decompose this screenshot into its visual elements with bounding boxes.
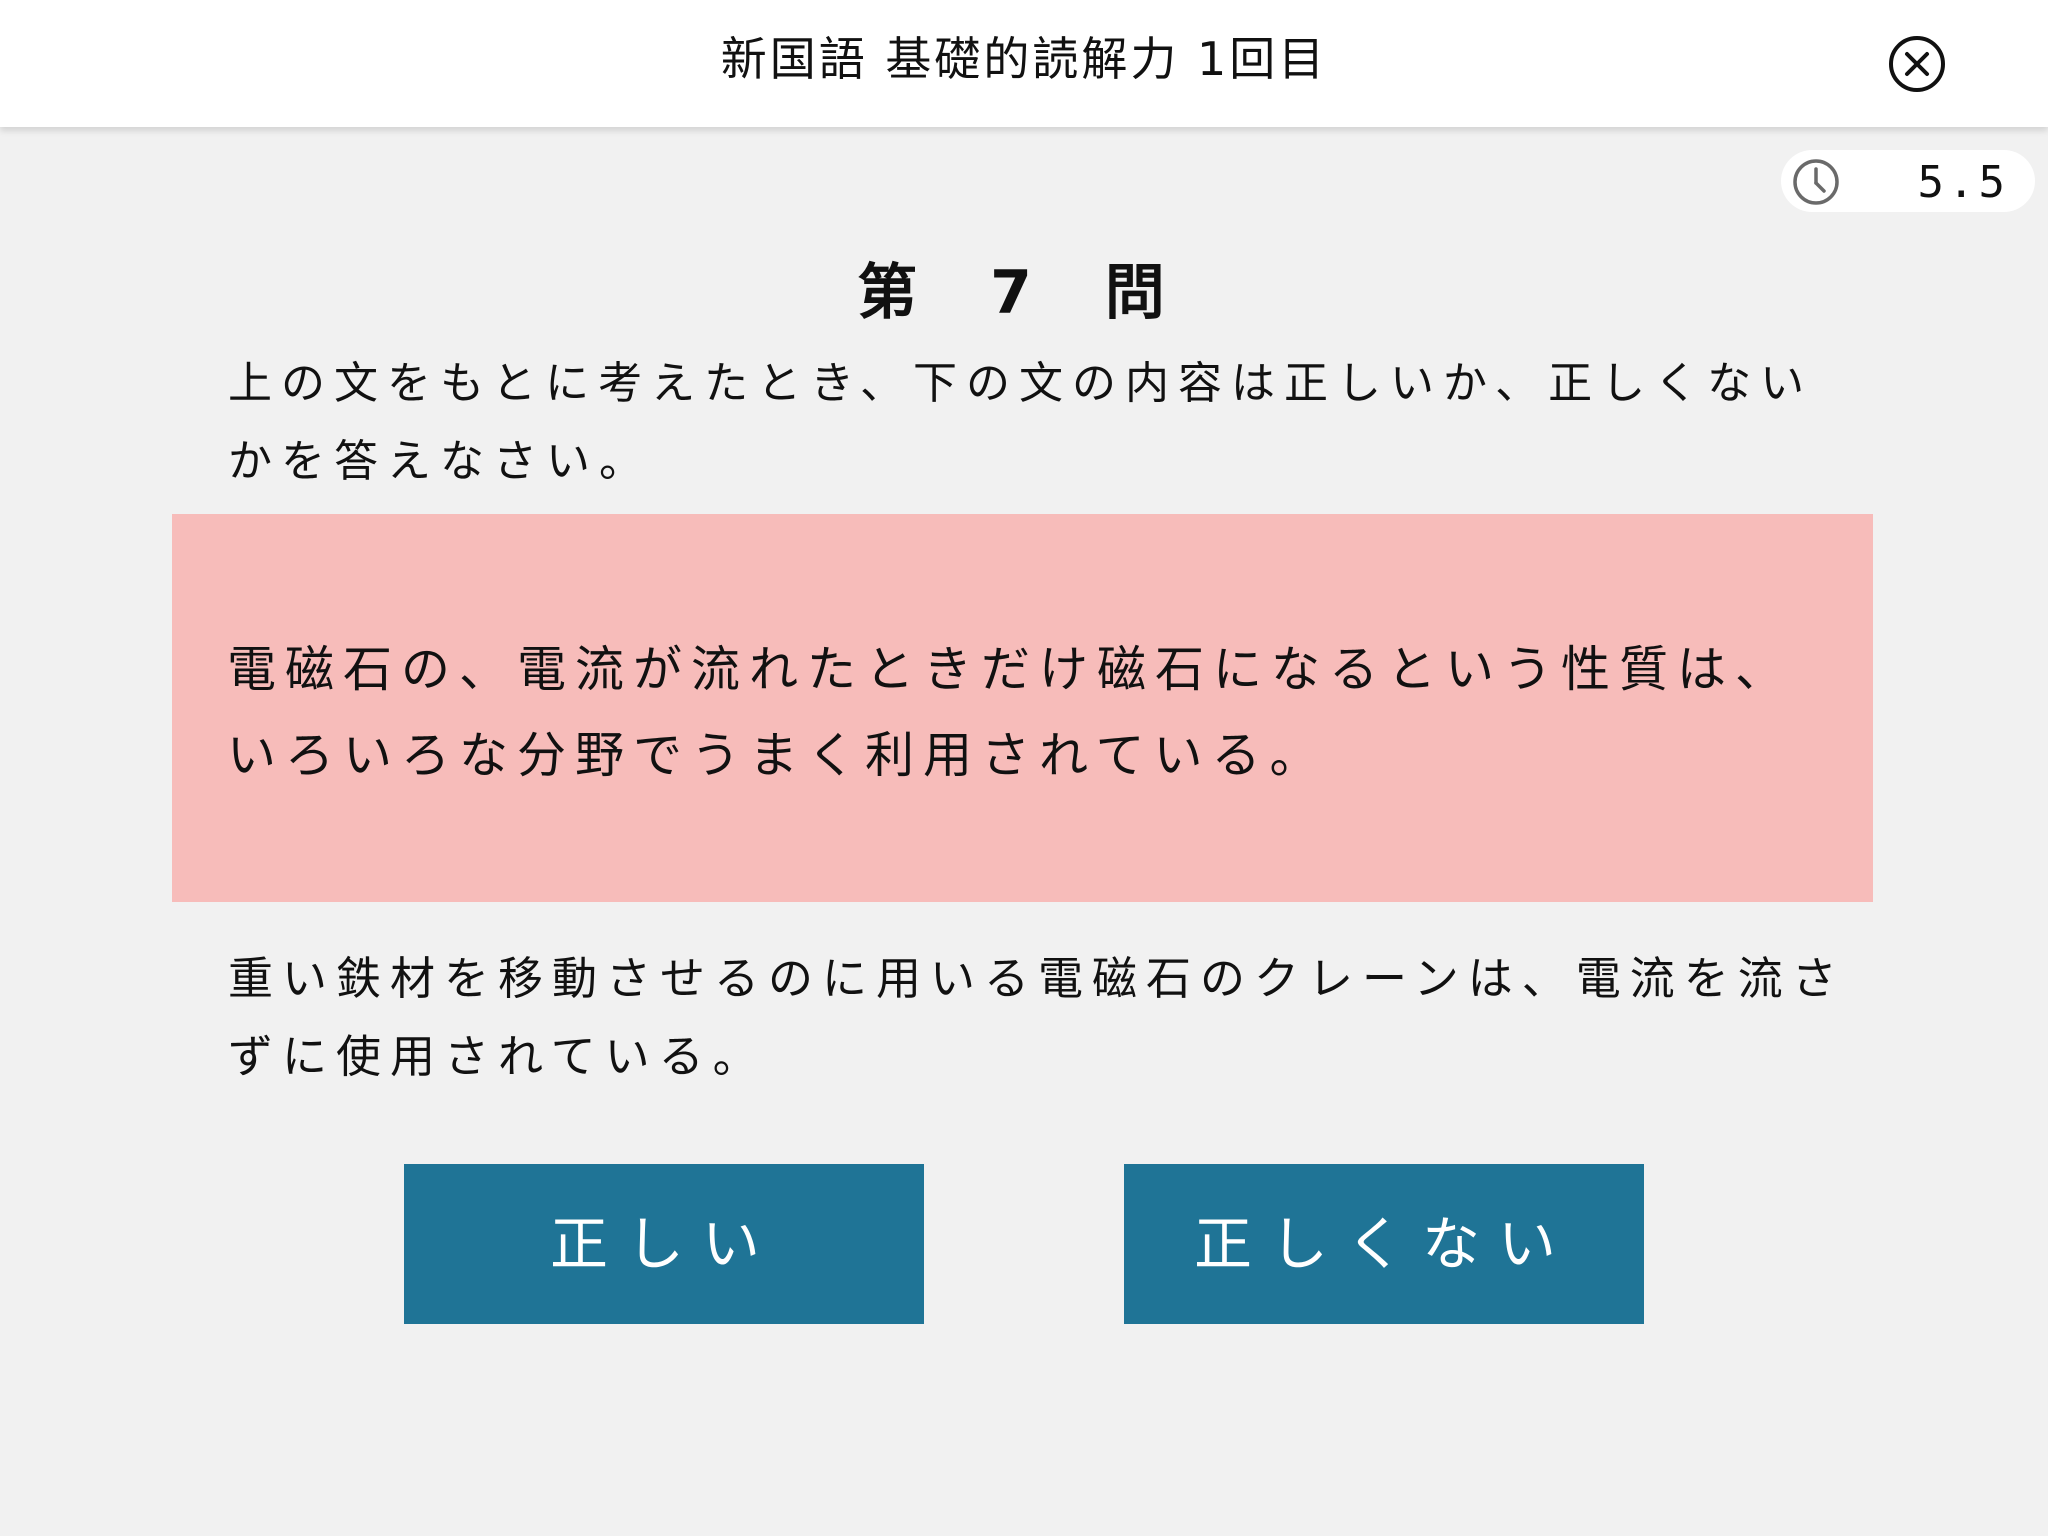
close-circle-icon [1889, 36, 1945, 92]
header-bar: 新国語 基礎的読解力 1回目 [0, 0, 2048, 127]
page-title: 新国語 基礎的読解力 1回目 [720, 32, 1328, 86]
passage-box: 電磁石の、電流が流れたときだけ磁石になるという性質は、いろいろな分野でうまく利用… [172, 514, 1873, 902]
question-number: 第 7 問 [857, 258, 1191, 328]
timer-display: 5.5 [1781, 150, 2035, 212]
answer-true-button[interactable]: 正しい [404, 1164, 924, 1324]
passage-text: 電磁石の、電流が流れたときだけ磁石になるという性質は、いろいろな分野でうまく利用… [227, 641, 1794, 784]
question-instruction: 上の文をもとに考えたとき、下の文の内容は正しいか、正しくないかを答えなさい。 [228, 358, 1814, 487]
clock-icon [1791, 157, 1841, 207]
statement-text: 重い鉄材を移動させるのに用いる電磁石のクレーンは、電流を流さずに使用されている。 [228, 952, 1846, 1083]
answer-false-button[interactable]: 正しくない [1124, 1164, 1644, 1324]
close-button[interactable] [1887, 34, 1947, 94]
timer-value: 5.5 [1917, 157, 2009, 208]
